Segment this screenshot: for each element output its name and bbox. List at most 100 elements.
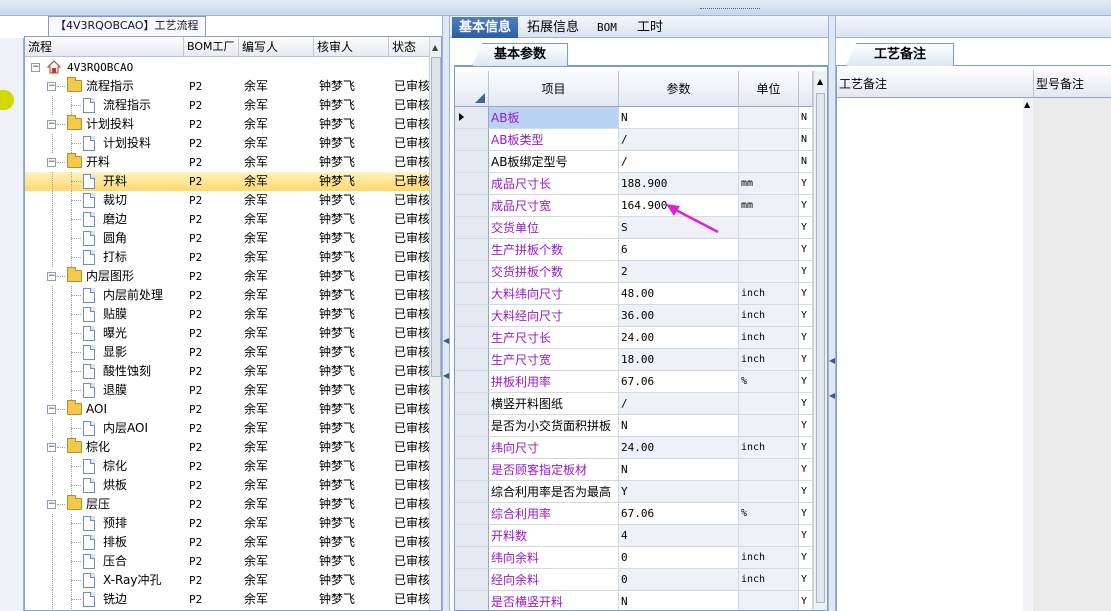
cell-param[interactable]: N — [619, 415, 739, 437]
grid-row[interactable]: 拼板利用率 67.06% Y — [455, 371, 813, 393]
scroll-thumb[interactable] — [431, 57, 441, 377]
row-indicator[interactable] — [455, 261, 489, 283]
tree-vertical-scrollbar[interactable]: ▲ — [429, 37, 441, 610]
grid-row[interactable]: 大料经向尺寸 36.00 inch Y — [455, 305, 813, 327]
left-splitter[interactable]: ◀ ◀ — [442, 16, 450, 611]
tree-row[interactable]: − 4V3RQOBCAO — [25, 58, 429, 77]
grid-row[interactable]: 生产尺寸宽 18.00 inch Y — [455, 349, 813, 371]
tree-row[interactable]: X-Ray冲孔 P2 余军 钟梦飞 已审核 — [25, 571, 430, 590]
row-indicator[interactable] — [455, 371, 489, 393]
grid-row[interactable]: 成品尺寸长 188.900 mm Y — [455, 173, 813, 195]
grid-row[interactable]: 是否横竖开料 N Y — [455, 591, 813, 610]
cell-param[interactable]: 6 — [619, 239, 739, 261]
cell-param[interactable]: N — [619, 459, 739, 481]
tab-extended-info[interactable]: 拓展信息 — [520, 17, 586, 38]
collapse-right-icon-2[interactable]: ◀ — [829, 391, 835, 400]
grid-row[interactable]: 成品尺寸宽 164.900 mm Y — [455, 195, 813, 217]
tree-row[interactable]: 预排 P2 余军 钟梦飞 已审核 — [25, 514, 430, 533]
collapse-icon[interactable]: − — [47, 120, 56, 129]
tab-work-hours[interactable]: 工时 — [630, 17, 670, 38]
collapse-icon[interactable]: − — [47, 443, 56, 452]
grid-col-flag[interactable] — [799, 71, 813, 107]
cell-param[interactable]: 36.00 — [619, 305, 739, 327]
tree-row[interactable]: 贴膜 P2 余军 钟梦飞 已审核 — [25, 305, 430, 324]
grid-row[interactable]: 大料纬向尺寸 48.00 inch Y — [455, 283, 813, 305]
remarks-col-process[interactable]: 工艺备注 — [837, 70, 1034, 98]
grid-row[interactable]: 是否顾客指定板材 N Y — [455, 459, 813, 481]
row-indicator[interactable] — [455, 173, 489, 195]
tree-row[interactable]: 酸性蚀刻 P2 余军 钟梦飞 已审核 — [25, 362, 430, 381]
right-splitter[interactable]: ◀ ◀ — [828, 16, 836, 611]
cell-param[interactable]: N — [619, 591, 739, 610]
column-header-author[interactable]: 编写人 — [239, 37, 314, 57]
tree-row[interactable]: 内层前处理 P2 余军 钟梦飞 已审核 — [25, 286, 430, 305]
tree-row[interactable]: 开料 P2 余军 钟梦飞 已审核 — [25, 172, 430, 191]
tree-row[interactable]: − 计划投料 P2 余军 钟梦飞 已审核 — [25, 115, 430, 134]
cell-param[interactable]: 188.900 — [619, 173, 739, 195]
collapse-icon[interactable]: − — [31, 63, 40, 72]
column-header-reviewer[interactable]: 核审人 — [314, 37, 389, 57]
grid-row[interactable]: 横竖开料图纸 / Y — [455, 393, 813, 415]
grid-vertical-scrollbar[interactable]: ▲ — [813, 71, 827, 610]
collapse-icon[interactable]: − — [47, 272, 56, 281]
grid-row[interactable]: 综合利用率 67.06% Y — [455, 503, 813, 525]
splitter-grip[interactable] — [700, 8, 760, 14]
grid-row[interactable]: 生产拼板个数 6 Y — [455, 239, 813, 261]
row-indicator[interactable] — [455, 151, 489, 173]
cell-param[interactable]: 48.00 — [619, 283, 739, 305]
row-indicator[interactable] — [455, 107, 489, 129]
tree-row[interactable]: 磨边 P2 余军 钟梦飞 已审核 — [25, 210, 430, 229]
tree-row[interactable]: − 层压 P2 余军 钟梦飞 已审核 — [25, 495, 430, 514]
cell-param[interactable]: 18.00 — [619, 349, 739, 371]
grid-row[interactable]: 交货拼板个数 2 Y — [455, 261, 813, 283]
grid-scroll-thumb[interactable] — [816, 93, 825, 603]
tree-row[interactable]: − 流程指示 P2 余军 钟梦飞 已审核 — [25, 77, 430, 96]
collapse-left-icon-2[interactable]: ◀ — [443, 371, 449, 380]
row-indicator[interactable] — [455, 459, 489, 481]
row-indicator[interactable] — [455, 217, 489, 239]
tree-row[interactable]: 铣边 P2 余军 钟梦飞 已审核 — [25, 590, 430, 609]
grid-row[interactable]: 开料数 4 Y — [455, 525, 813, 547]
collapse-right-icon[interactable]: ◀ — [829, 356, 835, 365]
row-indicator[interactable] — [455, 195, 489, 217]
cell-param[interactable]: 0 — [619, 569, 739, 591]
grid-row[interactable]: 生产尺寸长 24.00 inch Y — [455, 327, 813, 349]
tree-row[interactable]: − 开料 P2 余军 钟梦飞 已审核 — [25, 153, 430, 172]
row-indicator[interactable] — [455, 525, 489, 547]
grid-row[interactable]: 交货单位 S Y — [455, 217, 813, 239]
grid-row[interactable]: 是否为小交货面积拼板 N Y — [455, 415, 813, 437]
row-indicator[interactable] — [455, 415, 489, 437]
cell-param[interactable]: 24.00 — [619, 327, 739, 349]
collapse-icon[interactable]: − — [47, 500, 56, 509]
collapse-icon[interactable]: − — [47, 405, 56, 414]
cell-param[interactable]: / — [619, 151, 739, 173]
cell-param[interactable]: 67.06 — [619, 371, 739, 393]
row-indicator[interactable] — [455, 481, 489, 503]
cell-param[interactable]: Y — [619, 481, 739, 503]
collapse-icon[interactable]: − — [47, 158, 56, 167]
column-header-status[interactable]: 状态 — [389, 37, 429, 57]
cell-param[interactable]: N — [619, 107, 739, 129]
cell-param[interactable]: 4 — [619, 525, 739, 547]
remarks-scrollbar[interactable]: ▲ — [1023, 98, 1033, 611]
tree-row[interactable]: 压合 P2 余军 钟梦飞 已审核 — [25, 552, 430, 571]
tree-row[interactable]: 圆角 P2 余军 钟梦飞 已审核 — [25, 229, 430, 248]
remarks-scroll-up-icon[interactable]: ▲ — [1024, 100, 1030, 109]
row-indicator[interactable] — [455, 349, 489, 371]
process-remarks-area[interactable] — [837, 98, 1023, 611]
row-indicator[interactable] — [455, 591, 489, 610]
row-indicator[interactable] — [455, 437, 489, 459]
grid-row[interactable]: 经向余料 0 inch Y — [455, 569, 813, 591]
cell-param[interactable]: / — [619, 393, 739, 415]
tree-row[interactable]: 显影 P2 余军 钟梦飞 已审核 — [25, 343, 430, 362]
tree-row[interactable]: − AOI P2 余军 钟梦飞 已审核 — [25, 400, 430, 419]
cell-param[interactable]: 2 — [619, 261, 739, 283]
grid-scroll-up-icon[interactable]: ▲ — [817, 77, 823, 86]
row-indicator[interactable] — [455, 547, 489, 569]
tree-row[interactable]: 打标 P2 余军 钟梦飞 已审核 — [25, 248, 430, 267]
tree-row[interactable]: 烘板 P2 余军 钟梦飞 已审核 — [25, 476, 430, 495]
tab-basic-params[interactable]: 基本参数 — [472, 43, 568, 66]
grid-row[interactable]: 纬向余料 0 inch Y — [455, 547, 813, 569]
column-header-flow[interactable]: 流程 — [25, 37, 184, 57]
row-indicator[interactable] — [455, 393, 489, 415]
